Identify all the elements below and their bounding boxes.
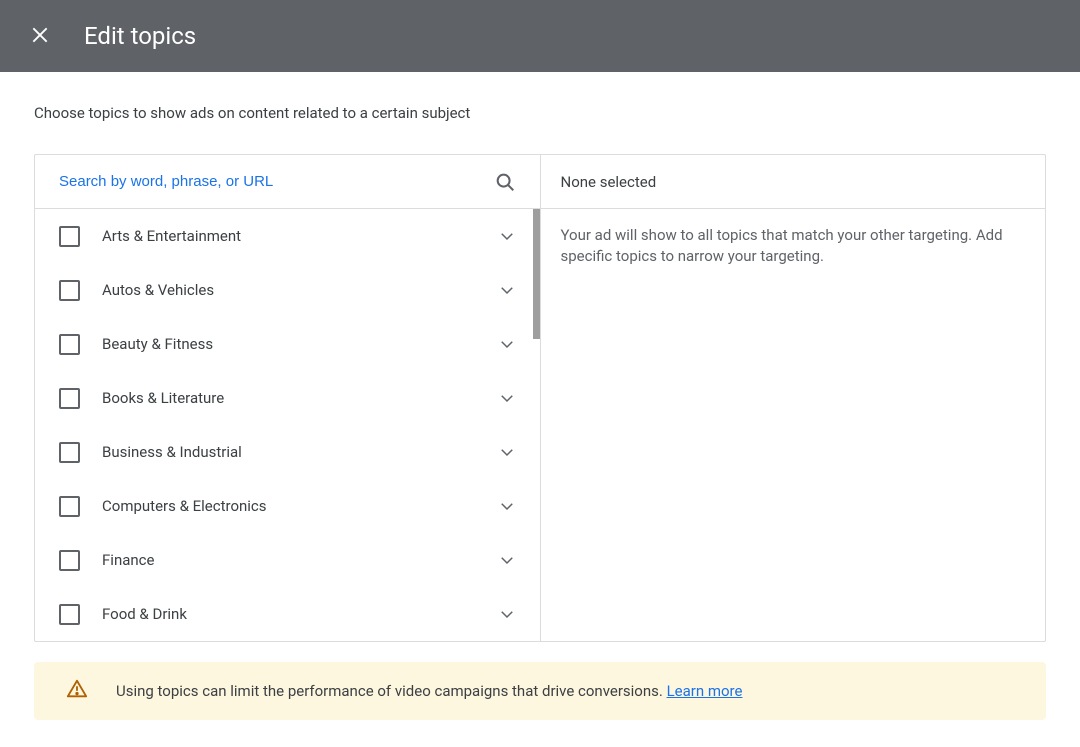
search-row bbox=[35, 155, 540, 209]
modal-title: Edit topics bbox=[84, 22, 196, 50]
topic-list[interactable]: Arts & Entertainment Autos & Vehicles Be… bbox=[35, 209, 540, 641]
warning-alert: Using topics can limit the performance o… bbox=[34, 662, 1046, 720]
topic-label: Business & Industrial bbox=[102, 443, 476, 461]
topic-checkbox[interactable] bbox=[59, 604, 80, 625]
chevron-down-icon[interactable] bbox=[498, 389, 516, 407]
chevron-down-icon[interactable] bbox=[498, 281, 516, 299]
selected-header: None selected bbox=[541, 155, 1046, 209]
close-icon bbox=[30, 25, 50, 48]
topic-checkbox[interactable] bbox=[59, 226, 80, 247]
topic-item-books-literature[interactable]: Books & Literature bbox=[35, 371, 540, 425]
selected-body-text: Your ad will show to all topics that mat… bbox=[541, 209, 1046, 283]
topic-label: Food & Drink bbox=[102, 605, 476, 623]
topics-panel: Arts & Entertainment Autos & Vehicles Be… bbox=[35, 155, 541, 641]
modal-header: Edit topics bbox=[0, 0, 1080, 72]
topic-checkbox[interactable] bbox=[59, 550, 80, 571]
chevron-down-icon[interactable] bbox=[498, 335, 516, 353]
topic-checkbox[interactable] bbox=[59, 280, 80, 301]
description-text: Choose topics to show ads on content rel… bbox=[34, 104, 1046, 122]
chevron-down-icon[interactable] bbox=[498, 227, 516, 245]
scrollbar-indicator[interactable] bbox=[533, 209, 540, 339]
topic-label: Finance bbox=[102, 551, 476, 569]
selected-panel: None selected Your ad will show to all t… bbox=[541, 155, 1046, 641]
chevron-down-icon[interactable] bbox=[498, 497, 516, 515]
search-input[interactable] bbox=[59, 173, 494, 190]
search-icon[interactable] bbox=[494, 171, 516, 193]
topic-checkbox[interactable] bbox=[59, 496, 80, 517]
topic-label: Beauty & Fitness bbox=[102, 335, 476, 353]
warning-icon bbox=[66, 678, 88, 704]
alert-message: Using topics can limit the performance o… bbox=[116, 682, 667, 700]
learn-more-link[interactable]: Learn more bbox=[667, 682, 743, 700]
topic-checkbox[interactable] bbox=[59, 388, 80, 409]
topic-label: Computers & Electronics bbox=[102, 497, 476, 515]
chevron-down-icon[interactable] bbox=[498, 551, 516, 569]
topic-item-business-industrial[interactable]: Business & Industrial bbox=[35, 425, 540, 479]
chevron-down-icon[interactable] bbox=[498, 605, 516, 623]
topic-item-finance[interactable]: Finance bbox=[35, 533, 540, 587]
topic-item-food-drink[interactable]: Food & Drink bbox=[35, 587, 540, 641]
modal-content: Choose topics to show ads on content rel… bbox=[0, 72, 1080, 642]
topic-checkbox[interactable] bbox=[59, 442, 80, 463]
topic-item-computers-electronics[interactable]: Computers & Electronics bbox=[35, 479, 540, 533]
topic-checkbox[interactable] bbox=[59, 334, 80, 355]
alert-text: Using topics can limit the performance o… bbox=[116, 682, 742, 700]
topic-label: Arts & Entertainment bbox=[102, 227, 476, 245]
chevron-down-icon[interactable] bbox=[498, 443, 516, 461]
close-button[interactable] bbox=[26, 21, 54, 52]
topic-label: Autos & Vehicles bbox=[102, 281, 476, 299]
topic-item-autos-vehicles[interactable]: Autos & Vehicles bbox=[35, 263, 540, 317]
topic-label: Books & Literature bbox=[102, 389, 476, 407]
topic-item-beauty-fitness[interactable]: Beauty & Fitness bbox=[35, 317, 540, 371]
panels-container: Arts & Entertainment Autos & Vehicles Be… bbox=[34, 154, 1046, 642]
topic-item-arts-entertainment[interactable]: Arts & Entertainment bbox=[35, 209, 540, 263]
